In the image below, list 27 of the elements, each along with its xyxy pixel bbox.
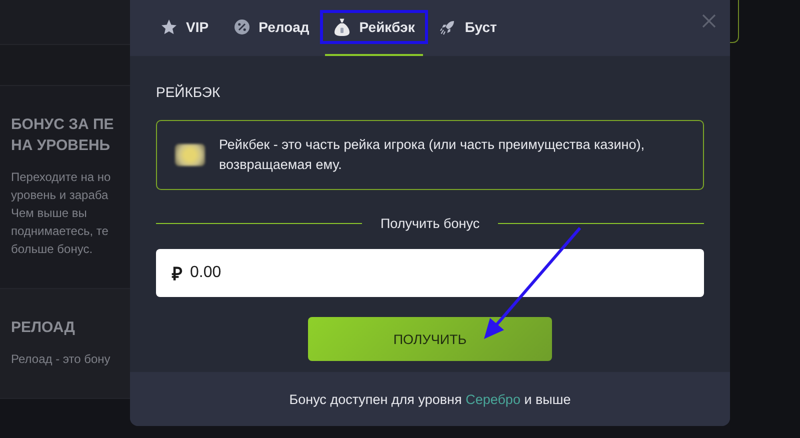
section-title: БОНУС ЗА ПЕ xyxy=(11,115,114,135)
divider-label: Получить бонус xyxy=(380,216,480,231)
percent-badge-icon xyxy=(232,18,251,36)
star-icon xyxy=(160,18,178,36)
section-text: уровень и зараба xyxy=(11,187,108,204)
section-text: больше бонус. xyxy=(11,241,93,258)
tab[interactable]: Буст xyxy=(430,0,505,56)
footer-text: Бонус доступен для уровня Серебро и выше xyxy=(289,392,571,406)
section-text: Релоад - это бону xyxy=(11,351,110,368)
claim-button[interactable]: ПОЛУЧИТЬ xyxy=(308,317,552,361)
rocket-icon xyxy=(438,18,457,36)
tab[interactable]: Релоад xyxy=(224,0,318,56)
section-heading: РЕЙКБЭК xyxy=(156,84,222,100)
coin-icon xyxy=(175,144,205,166)
amount-field[interactable]: ₽ 0.00 xyxy=(156,249,704,297)
section-title: НА УРОВЕНЬ xyxy=(11,136,110,156)
close-icon xyxy=(702,14,716,28)
info-text: Рейкбек - это часть рейка игрока (или часть преимущества казино), возвращаемая ему. xyxy=(219,136,646,174)
section-title: РЕЛОАД xyxy=(11,318,75,338)
tab[interactable]: VIP xyxy=(152,0,217,56)
amount-value: 0.00 xyxy=(190,264,222,282)
tab[interactable]: Рейкбэк xyxy=(325,0,423,56)
section-text: Чем выше вы xyxy=(11,205,87,222)
section-text: поднимаетесь, те xyxy=(11,223,108,240)
money-bag-icon xyxy=(333,17,352,37)
currency-symbol: ₽ xyxy=(172,263,182,285)
section-text: Переходите на но xyxy=(11,169,111,186)
